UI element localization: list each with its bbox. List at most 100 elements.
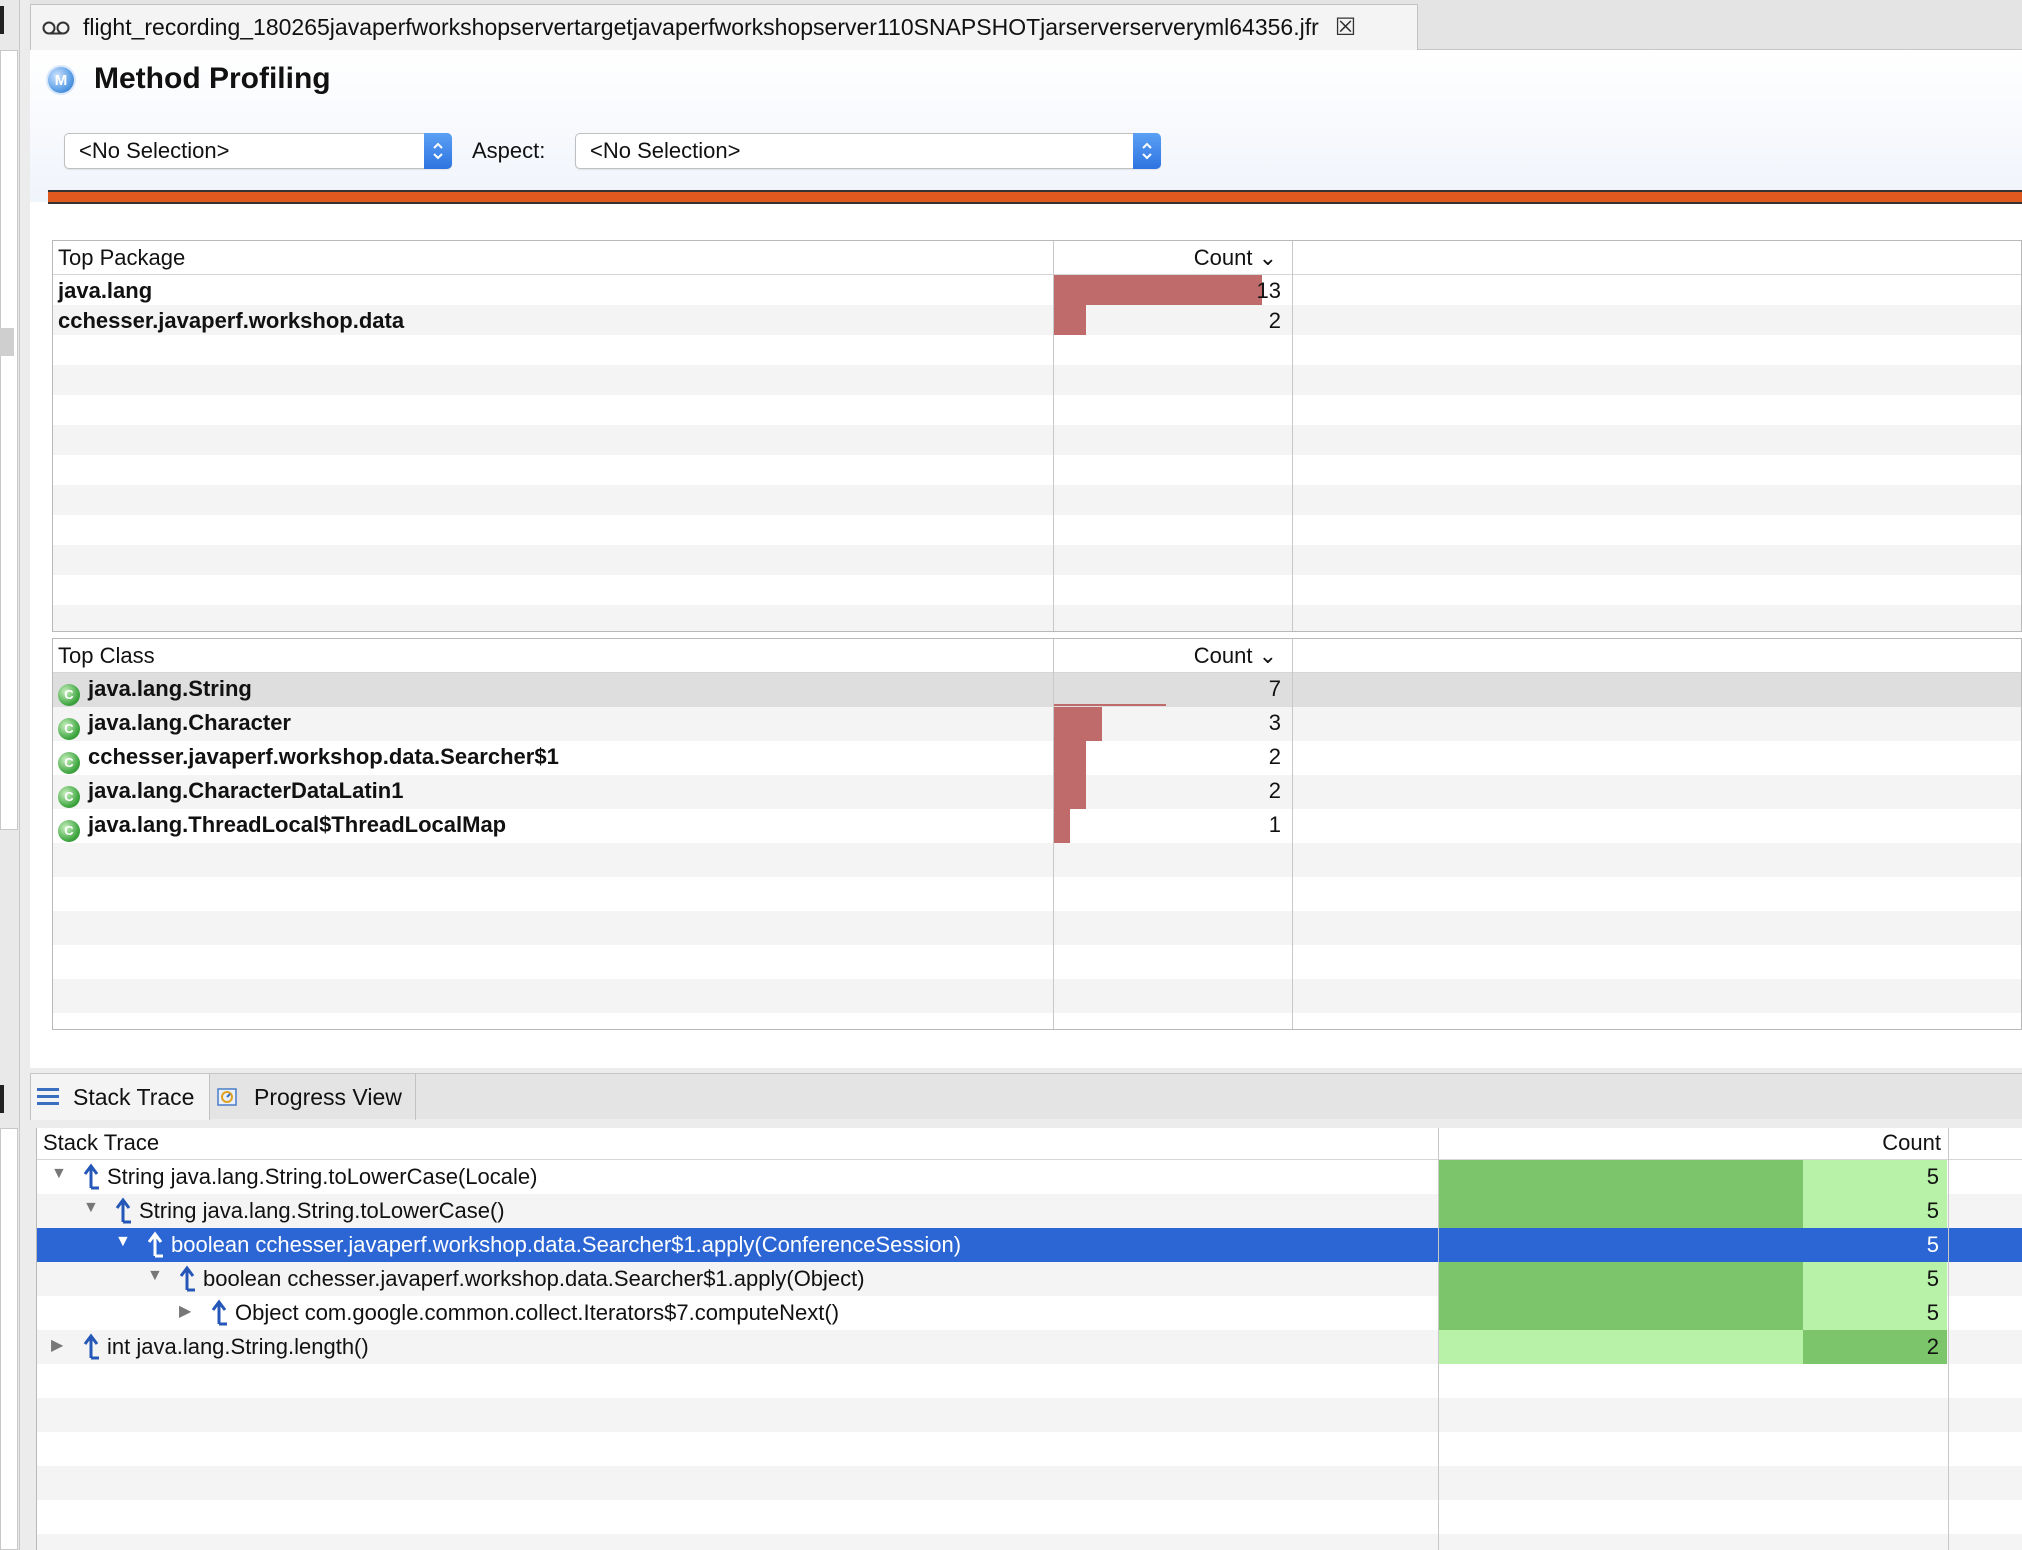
class-name: Cjava.lang.CharacterDataLatin1 — [58, 778, 403, 808]
table-row[interactable] — [53, 605, 2021, 631]
method-profiling-icon: M — [48, 67, 74, 93]
count-value: 2 — [1268, 778, 1281, 803]
chevron-updown-icon[interactable] — [1133, 133, 1161, 169]
table-row[interactable] — [53, 979, 2021, 1013]
column-divider — [1438, 1128, 1439, 1550]
count-value: 3 — [1268, 710, 1281, 735]
call-arrow-icon — [211, 1299, 227, 1326]
class-name-label: java.lang.String — [88, 676, 252, 701]
collapsed-triangle-icon[interactable]: ▶ — [51, 1335, 63, 1355]
table-row[interactable] — [53, 545, 2021, 575]
tree-row[interactable] — [37, 1534, 2022, 1550]
count-value: 2 — [1268, 308, 1281, 333]
call-arrow-icon — [83, 1163, 99, 1190]
stack-frame-label: Object com.google.common.collect.Iterato… — [235, 1300, 840, 1325]
left-panel-edge — [0, 0, 20, 1550]
count-header-label: Count — [1193, 245, 1253, 270]
table-row[interactable]: Cjava.lang.Character 3 — [53, 707, 2021, 741]
page-title: Method Profiling — [94, 62, 331, 95]
call-arrow-icon — [115, 1197, 131, 1224]
top-class-header: Top Class Count ⌄ — [53, 639, 2021, 673]
top-package-column-header[interactable]: Top Package — [58, 245, 185, 271]
table-row[interactable] — [53, 843, 2021, 877]
top-package-table: Top Package Count ⌄ java.lang 13 cchesser.… — [52, 240, 2022, 632]
table-row[interactable]: java.lang 13 — [53, 275, 2021, 305]
tab-progress-view-label: Progress View — [254, 1083, 402, 1110]
count-value: 5 — [1926, 1232, 1939, 1257]
bottom-view-tabs: Stack Trace Progress View — [30, 1073, 2022, 1120]
column-divider — [1948, 1128, 1949, 1550]
count-value: 2 — [1926, 1334, 1939, 1359]
table-row[interactable]: cchesser.javaperf.workshop.data 2 — [53, 305, 2021, 335]
count-column-header[interactable]: Count — [1439, 1130, 1947, 1156]
tree-row[interactable] — [37, 1500, 2022, 1534]
table-row[interactable] — [53, 515, 2021, 545]
tree-row[interactable]: ▶ int java.lang.String.length() 2 — [37, 1330, 2022, 1364]
aspect-combo-value: <No Selection> — [590, 138, 741, 163]
top-package-header: Top Package Count ⌄ — [53, 241, 2021, 275]
tree-row[interactable]: ▶ Object com.google.common.collect.Iterat… — [37, 1296, 2022, 1330]
table-row[interactable]: Ccchesser.javaperf.workshop.data.Searche… — [53, 741, 2021, 775]
table-row[interactable] — [53, 575, 2021, 605]
table-row[interactable] — [53, 335, 2021, 365]
tab-stack-trace-label: Stack Trace — [73, 1083, 195, 1110]
stack-frame-label: boolean cchesser.javaperf.workshop.data.… — [171, 1232, 962, 1257]
table-row[interactable] — [53, 365, 2021, 395]
count-value: 13 — [1256, 278, 1281, 303]
tree-row[interactable]: ▼ boolean cchesser.javaperf.workshop.data… — [37, 1262, 2022, 1296]
selection-combo[interactable]: <No Selection> — [64, 133, 452, 169]
accent-bar — [48, 190, 2022, 204]
table-row[interactable]: Cjava.lang.ThreadLocal$ThreadLocalMap 1 — [53, 809, 2021, 843]
expanded-triangle-icon[interactable]: ▼ — [83, 1199, 99, 1217]
editor-area: flight_recording_180265javaperfworkshops… — [30, 0, 2022, 1068]
count-column-header[interactable]: Count ⌄ — [1053, 245, 1287, 271]
table-row[interactable]: Cjava.lang.String 7 — [53, 673, 2021, 707]
table-row[interactable] — [53, 425, 2021, 455]
stack-frame-label: int java.lang.String.length() — [107, 1334, 369, 1359]
tree-row[interactable] — [37, 1364, 2022, 1398]
collapsed-triangle-icon[interactable]: ▶ — [179, 1301, 191, 1321]
count-column-header[interactable]: Count ⌄ — [1053, 643, 1287, 669]
tree-row[interactable] — [37, 1466, 2022, 1500]
table-row[interactable] — [53, 395, 2021, 425]
table-row[interactable] — [53, 911, 2021, 945]
count-bar — [1054, 704, 1166, 706]
tree-row[interactable]: ▼ String java.lang.String.toLowerCase() 5 — [37, 1194, 2022, 1228]
tree-row[interactable]: ▼ String java.lang.String.toLowerCase(Loc… — [37, 1160, 2022, 1194]
table-row[interactable] — [53, 877, 2021, 911]
tree-row[interactable]: ▼ boolean cchesser.javaperf.workshop.data… — [37, 1228, 2022, 1262]
class-icon: C — [58, 718, 80, 740]
table-row[interactable] — [53, 945, 2021, 979]
chevron-down-icon: ⌄ — [1258, 643, 1277, 668]
class-name-label: java.lang.ThreadLocal$ThreadLocalMap — [88, 812, 507, 837]
stack-trace-header: Stack Trace Count — [37, 1128, 2022, 1160]
tab-progress-view[interactable]: Progress View — [210, 1074, 416, 1120]
tree-row[interactable] — [37, 1398, 2022, 1432]
recording-icon — [42, 21, 70, 34]
expanded-triangle-icon[interactable]: ▼ — [115, 1233, 131, 1251]
stack-trace-column-header[interactable]: Stack Trace — [43, 1130, 159, 1156]
expanded-triangle-icon[interactable]: ▼ — [147, 1267, 163, 1285]
class-name: Cjava.lang.String — [58, 676, 252, 706]
class-name-label: cchesser.javaperf.workshop.data.Searcher… — [88, 744, 559, 769]
column-divider — [1292, 241, 1293, 631]
expanded-triangle-icon[interactable]: ▼ — [51, 1165, 67, 1183]
table-row[interactable] — [53, 455, 2021, 485]
progress-view-icon — [217, 1088, 237, 1106]
stack-frame-label: String java.lang.String.toLowerCase(Loca… — [107, 1164, 538, 1189]
tree-row[interactable] — [37, 1432, 2022, 1466]
table-row[interactable] — [53, 485, 2021, 515]
chevron-updown-icon[interactable] — [424, 133, 452, 169]
call-arrow-icon — [83, 1333, 99, 1360]
close-icon[interactable]: ☒ — [1335, 13, 1357, 42]
call-arrow-icon — [147, 1231, 163, 1258]
aspect-combo[interactable]: <No Selection> — [575, 133, 1161, 169]
stack-trace-tree: Stack Trace Count ▼ String java.lang.Stri… — [36, 1128, 2022, 1550]
top-class-column-header[interactable]: Top Class — [58, 643, 155, 669]
tab-stack-trace[interactable]: Stack Trace — [30, 1074, 210, 1120]
stack-frame-label: boolean cchesser.javaperf.workshop.data.… — [203, 1266, 865, 1291]
class-icon: C — [58, 752, 80, 774]
editor-tab-recording[interactable]: flight_recording_180265javaperfworkshops… — [30, 4, 1418, 50]
left-panel-scroll-thumb[interactable] — [0, 328, 14, 356]
table-row[interactable]: Cjava.lang.CharacterDataLatin1 2 — [53, 775, 2021, 809]
